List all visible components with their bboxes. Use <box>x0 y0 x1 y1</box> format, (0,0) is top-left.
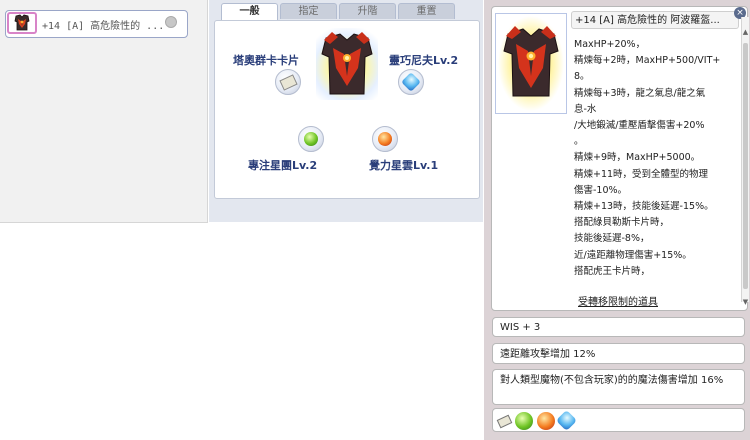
description-line: 傷害-10%。 <box>574 184 628 196</box>
card-icon[interactable] <box>496 414 513 429</box>
option-text: 遠距離攻擊增加 12% <box>500 349 596 360</box>
description-line: /大地鍛滅/重壓盾擊傷害+20% <box>574 120 705 132</box>
card-slot-label-top-left: 塔奧群卡卡片 <box>233 54 299 67</box>
card-slot-label-bottom-left: 專注星團Lv.2 <box>248 159 318 172</box>
description-line: MaxHP+20%， <box>574 39 646 50</box>
card-slot-top-left[interactable] <box>275 69 301 95</box>
card-icon <box>278 73 298 91</box>
description-line: 8。 <box>574 71 590 83</box>
description-line: 技能後延遲-8%， <box>574 233 650 245</box>
scroll-down-icon[interactable]: ▼ <box>742 299 749 306</box>
description-line: 息-水 <box>574 103 597 115</box>
random-option-3: 對人類型魔物(不包含玩家)的的魔法傷害增加 16% <box>492 369 745 405</box>
green-gem-icon[interactable] <box>515 412 533 430</box>
red-gem-icon[interactable] <box>537 412 555 430</box>
item-info-main: +14 [A] 高危險性的 阿波羅盔... × MaxHP+20%， 精煉每+2… <box>491 6 749 311</box>
random-option-2: 遠距離攻擊增加 12% <box>492 343 745 364</box>
description-line: 精煉+13時，技能後延遲-15%。 <box>574 201 714 213</box>
tab-reset[interactable]: 重置 <box>398 3 455 19</box>
scroll-up-icon[interactable]: ▲ <box>742 29 749 36</box>
option-text: 對人類型魔物(不包含玩家)的的魔法傷害增加 16% <box>500 375 724 386</box>
socket-row <box>492 408 745 432</box>
equipment-image <box>316 28 378 100</box>
description-line: 精煉每+2時，MaxHP+500/VIT+ <box>574 55 721 67</box>
green-gem-icon <box>304 132 318 146</box>
card-slot-area: 塔奧群卡卡片 靈巧尼夫Lv.2 專注星團Lv.2 覺力星雲Lv.1 <box>214 20 480 199</box>
card-slot-label-bottom-right: 覺力星雲Lv.1 <box>369 159 439 172</box>
card-socket-panel: 一般 指定 升階 重置 塔奧群卡卡片 靈巧尼夫Lv.2 專注星團Lv.2 覺力星… <box>209 0 483 222</box>
tab-upgrade[interactable]: 升階 <box>339 3 396 19</box>
tab-general[interactable]: 一般 <box>221 3 278 21</box>
description-line: 精煉+9時，MaxHP+5000。 <box>574 152 701 164</box>
card-slot-top-right[interactable] <box>398 69 424 95</box>
item-info-window: +14 [A] 高危險性的 阿波羅盔... × MaxHP+20%， 精煉每+2… <box>484 0 750 440</box>
scrollbar-thumb[interactable] <box>743 43 748 289</box>
random-option-1: WIS + 3 <box>492 317 745 337</box>
item-description: MaxHP+20%， 精煉每+2時，MaxHP+500/VIT+ 8。 精煉每+… <box>574 37 734 280</box>
description-line: 精煉每+3時，龍之氣息/龍之氣 <box>574 87 706 99</box>
item-title: +14 [A] 高危險性的 阿波羅盔... <box>571 11 739 29</box>
item-image <box>495 13 567 114</box>
slot-badge-icon <box>165 16 177 28</box>
tab-bar: 一般 指定 升階 重置 <box>221 3 457 21</box>
equipment-slot-item[interactable]: +14 [A] 高危險性的 ... <box>5 10 188 38</box>
red-gem-icon <box>378 132 392 146</box>
tab-specified[interactable]: 指定 <box>280 3 337 19</box>
card-slot-bottom-left[interactable] <box>298 126 324 152</box>
description-scrollbar[interactable]: ▲ ▼ <box>741 17 749 306</box>
description-line: 近/遠距離物理傷害+15%。 <box>574 249 692 261</box>
equipment-slot-panel: +14 [A] 高危險性的 ... <box>0 0 208 223</box>
description-line: 精煉+11時，受到全體型的物理 <box>574 168 709 180</box>
blue-gem-icon <box>401 72 421 92</box>
card-slot-bottom-right[interactable] <box>372 126 398 152</box>
blue-gem-icon[interactable] <box>555 409 578 432</box>
description-line: 。 <box>574 136 584 148</box>
armor-icon <box>7 12 37 34</box>
transfer-restriction-link[interactable]: 受轉移限制的道具 <box>578 293 658 308</box>
card-slot-label-top-right: 靈巧尼夫Lv.2 <box>389 54 459 67</box>
description-line: 搭配虎王卡片時， <box>574 265 651 277</box>
option-text: WIS + 3 <box>500 322 541 333</box>
description-line: 搭配綠貝勒斯卡片時， <box>574 217 670 229</box>
